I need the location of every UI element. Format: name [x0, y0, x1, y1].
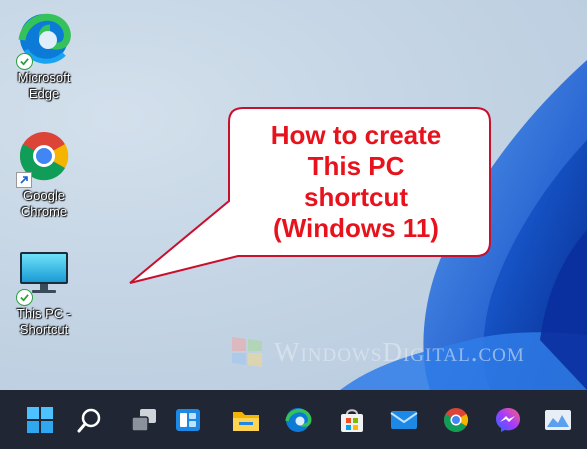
- taskbar-task-view-button[interactable]: [126, 402, 162, 438]
- taskbar-microsoft-store-button[interactable]: [334, 402, 370, 438]
- taskbar-widgets-button[interactable]: [170, 402, 206, 438]
- callout-text: How to create This PC shortcut (Windows …: [270, 120, 442, 243]
- sync-check-badge-icon: [16, 53, 33, 70]
- desktop-icon-microsoft-edge[interactable]: Microsoft Edge: [6, 8, 82, 102]
- taskbar-mail-button[interactable]: [386, 402, 422, 438]
- taskbar-file-explorer-button[interactable]: [228, 402, 264, 438]
- shortcut-arrow-icon: [16, 172, 32, 188]
- desktop-icon-this-pc-shortcut[interactable]: This PC - Shortcut: [6, 244, 82, 338]
- messenger-icon: [496, 408, 520, 432]
- taskbar-chrome-button[interactable]: [438, 402, 474, 438]
- start-icon: [27, 407, 53, 433]
- taskbar-search-button[interactable]: [72, 402, 108, 438]
- taskbar-edge-button[interactable]: [280, 402, 316, 438]
- desktop-icon-label: Microsoft Edge: [17, 70, 71, 101]
- watermark-text: WindowsDigital.com: [274, 336, 525, 367]
- taskbar-start-button[interactable]: [22, 402, 58, 438]
- photos-icon: [545, 410, 571, 430]
- file-explorer-icon: [233, 412, 259, 431]
- taskbar-photos-button[interactable]: [540, 402, 576, 438]
- desktop-icon-label: Google Chrome: [20, 188, 68, 219]
- widgets-icon: [176, 409, 200, 431]
- watermark: WindowsDigital.com: [228, 333, 525, 371]
- chrome-icon: [444, 408, 469, 433]
- edge-icon: [285, 408, 312, 432]
- desktop-icon-google-chrome[interactable]: Google Chrome: [6, 126, 82, 220]
- sync-check-badge-icon: [16, 289, 33, 306]
- taskbar: [0, 390, 587, 449]
- taskbar-messenger-button[interactable]: [490, 402, 526, 438]
- desktop-icon-label: This PC - Shortcut: [16, 306, 72, 337]
- task-view-icon: [131, 409, 156, 432]
- mail-icon: [390, 411, 418, 429]
- search-icon: [77, 408, 101, 433]
- desktop[interactable]: Microsoft Edge Google Chrome This PC - S…: [0, 0, 587, 390]
- windowsdigital-logo-icon: [232, 337, 262, 367]
- microsoft-store-icon: [341, 409, 363, 432]
